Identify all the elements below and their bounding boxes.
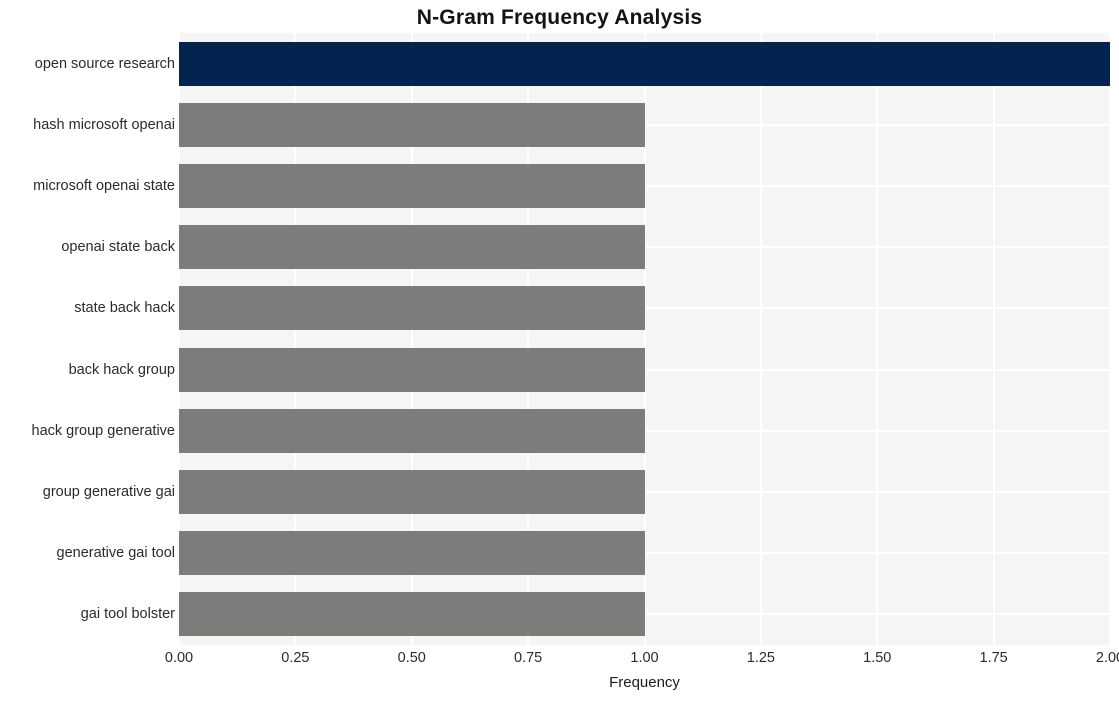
x-axis-tick-label: 1.75 bbox=[979, 650, 1008, 666]
y-axis-tick-label: microsoft openai state bbox=[33, 178, 175, 194]
y-axis-tick-label: state back hack bbox=[74, 300, 175, 317]
bar bbox=[179, 592, 645, 637]
y-axis-tick-label: hash microsoft openai bbox=[33, 116, 175, 133]
bar bbox=[179, 347, 645, 392]
bar bbox=[179, 102, 645, 147]
x-axis-tick-label: 0.25 bbox=[281, 650, 310, 666]
y-axis-tick-label: open source research bbox=[34, 55, 175, 72]
x-axis-tick-label: 1.00 bbox=[630, 650, 659, 666]
y-axis-tick-label: hack group generative bbox=[31, 422, 176, 439]
bar bbox=[179, 531, 645, 576]
x-axis-tick-label: 1.50 bbox=[863, 650, 892, 666]
chart-figure: N-Gram Frequency Analysis open source re… bbox=[0, 0, 1119, 701]
x-axis-tick-label: 2.00 bbox=[1095, 650, 1119, 666]
y-axis-tick-labels: open source research hash microsoft opena… bbox=[0, 33, 176, 645]
x-axis-tick-labels: 0.00 0.25 0.50 0.75 1.00 1.25 1.50 1.75 2.00 bbox=[165, 650, 1119, 672]
bar bbox=[179, 41, 1110, 86]
bar bbox=[179, 164, 645, 208]
x-axis-tick-label: 0.75 bbox=[514, 650, 543, 666]
x-axis-tick-label: 0.50 bbox=[397, 650, 426, 666]
x-axis-tick-label: 0.00 bbox=[164, 650, 194, 666]
y-axis-tick-label: generative gai tool bbox=[56, 545, 176, 562]
bar bbox=[179, 470, 645, 514]
x-axis-tick-label: 1.25 bbox=[746, 650, 775, 666]
bar bbox=[179, 408, 645, 453]
y-axis-tick-label: openai state back bbox=[61, 239, 175, 256]
y-axis-tick-label: gai tool bolster bbox=[80, 606, 175, 623]
y-axis-tick-label: group generative gai bbox=[42, 484, 175, 500]
y-axis-tick-label: back hack group bbox=[68, 361, 175, 378]
chart-title: N-Gram Frequency Analysis bbox=[416, 6, 703, 29]
bar bbox=[179, 225, 645, 270]
plot-area bbox=[179, 33, 1110, 645]
bar bbox=[179, 286, 645, 331]
x-axis-label: Frequency bbox=[609, 674, 680, 691]
